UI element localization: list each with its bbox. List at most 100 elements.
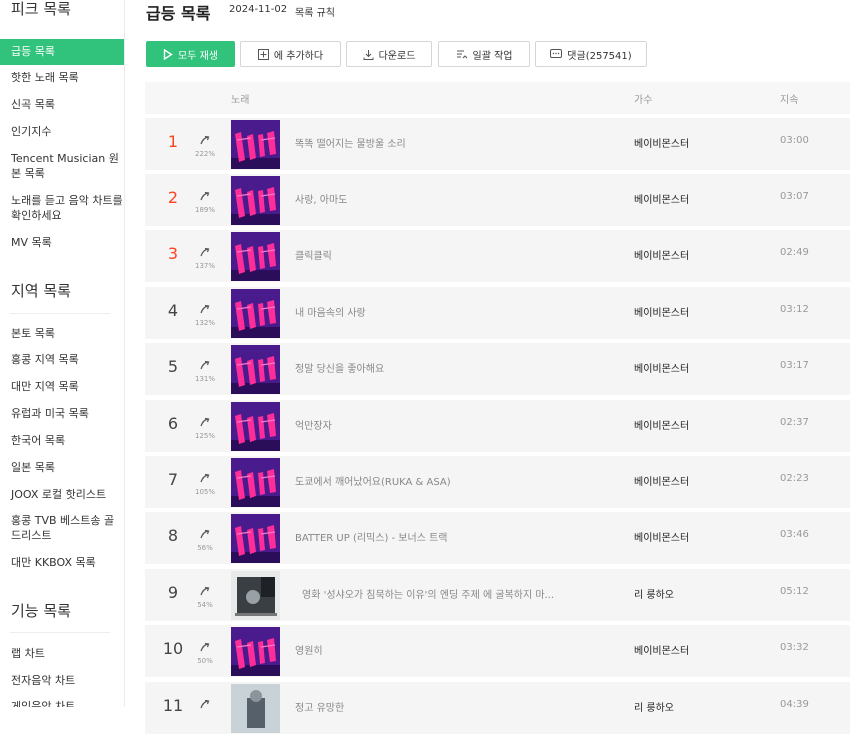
add-box-icon [257, 48, 269, 60]
table-row[interactable]: 8 56% BATTER UP (리믹스) - 보너스 트랙 베이비몬스터 03:46 [145, 512, 850, 564]
song-title[interactable]: 정말 당신을 좋아해요 [295, 360, 384, 375]
trend-indicator: 189% [193, 186, 217, 214]
album-cover[interactable] [231, 176, 280, 225]
sidebar-item-popularity[interactable]: 인기지수 [0, 124, 124, 139]
sidebar-item-tencent-musician[interactable]: Tencent Musician 원본 목록 [0, 151, 124, 181]
sidebar-item-korean[interactable]: 한국어 목록 [0, 433, 124, 448]
album-cover[interactable] [231, 571, 280, 620]
table-row[interactable]: 11 정고 유망한 리 룽하오 04:39 [145, 682, 850, 734]
sidebar-item-mainland[interactable]: 본토 목록 [0, 326, 124, 341]
main-content: 급등 목록 2024-11-02 목록 규칙 모두 재생 에 추가하다 다운로드… [125, 0, 850, 734]
album-cover[interactable] [231, 345, 280, 394]
rank-number: 4 [167, 301, 179, 320]
table-row[interactable]: 10 50% 영원히 베이비몬스터 03:32 [145, 625, 850, 677]
trend-indicator: 56% [193, 524, 217, 552]
sidebar-item-rising[interactable]: 급등 목록 [0, 39, 124, 65]
section-divider [10, 313, 110, 314]
table-row[interactable]: 6 125% 억만장자 베이비몬스터 02:37 [145, 400, 850, 452]
table-row[interactable]: 5 131% 정말 당신을 좋아해요 베이비몬스터 03:17 [145, 343, 850, 395]
sidebar-item-kkbox[interactable]: 대만 KKBOX 목록 [0, 555, 124, 570]
add-to-button[interactable]: 에 추가하다 [240, 41, 341, 67]
table-row[interactable]: 7 105% 도쿄에서 깨어났어요(RUKA & ASA) 베이비몬스터 02:23 [145, 456, 850, 508]
song-title[interactable]: 도쿄에서 깨어났어요(RUKA & ASA) [295, 473, 451, 488]
comments-label: 댓글(257541) [567, 50, 632, 62]
singer-name[interactable]: 베이비몬스터 [634, 360, 689, 375]
singer-name[interactable]: 베이비몬스터 [634, 529, 689, 544]
album-cover[interactable] [231, 120, 280, 169]
singer-name[interactable]: 베이비몬스터 [634, 304, 689, 319]
rank-number: 7 [167, 470, 179, 489]
song-title[interactable]: BATTER UP (리믹스) - 보너스 트랙 [295, 529, 448, 544]
song-duration: 03:00 [780, 135, 809, 146]
song-title[interactable]: 억만장자 [295, 417, 332, 432]
download-icon [363, 49, 374, 60]
rank-number: 9 [167, 583, 179, 602]
trend-percent: 222% [194, 150, 215, 158]
download-button[interactable]: 다운로드 [346, 41, 432, 67]
singer-name[interactable]: 리 룽하오 [634, 586, 674, 601]
col-singer: 가수 [634, 95, 653, 106]
sidebar-item-tvb[interactable]: 홍콩 TVB 베스트송 골드리스트 [0, 513, 124, 543]
rules-link[interactable]: 목록 규칙 [295, 4, 335, 19]
album-cover[interactable] [231, 514, 280, 563]
comments-button[interactable]: 댓글(257541) [535, 41, 647, 67]
sidebar-item-japanese[interactable]: 일본 목록 [0, 460, 124, 475]
trend-percent: 189% [194, 206, 215, 214]
song-title[interactable]: 사랑, 아마도 [295, 191, 347, 206]
album-cover[interactable] [231, 458, 280, 507]
song-title[interactable]: 영원히 [295, 642, 323, 657]
rank-number: 11 [162, 696, 184, 715]
song-title[interactable]: 클릭클릭 [295, 247, 332, 262]
singer-name[interactable]: 베이비몬스터 [634, 135, 689, 150]
singer-name[interactable]: 베이비몬스터 [634, 191, 689, 206]
table-header: 노래 가수 지속 [145, 82, 850, 114]
trend-percent: 50% [197, 657, 213, 665]
sidebar-item-game[interactable]: 게임음악 차트 [0, 699, 124, 707]
sidebar-item-western[interactable]: 유럽과 미국 목록 [0, 406, 124, 421]
sidebar-item-rap[interactable]: 랩 차트 [0, 646, 124, 661]
album-cover[interactable] [231, 627, 280, 676]
update-date: 2024-11-02 [229, 4, 288, 15]
singer-name[interactable]: 베이비몬스터 [634, 247, 689, 262]
song-title[interactable]: 내 마음속의 사랑 [295, 304, 366, 319]
table-row[interactable]: 9 54% 영화 '성샤오가 침묵하는 이유'의 엔딩 주제 에 굴복하지 마...… [145, 569, 850, 621]
sidebar-item-taiwan[interactable]: 대만 지역 목록 [0, 379, 124, 394]
sidebar-item-hot[interactable]: 핫한 노래 목록 [0, 70, 124, 85]
album-cover[interactable] [231, 289, 280, 338]
trend-indicator: 105% [193, 468, 217, 496]
table-row[interactable]: 1 222% 똑똑 떨어지는 물방울 소리 베이비몬스터 03:00 [145, 118, 850, 170]
rank-number: 2 [167, 188, 179, 207]
trend-percent: 131% [194, 375, 215, 383]
play-all-button[interactable]: 모두 재생 [146, 41, 235, 67]
song-duration: 04:39 [780, 699, 809, 710]
col-song: 노래 [231, 95, 250, 106]
sidebar-item-hongkong[interactable]: 홍콩 지역 목록 [0, 352, 124, 367]
table-row[interactable]: 2 189% 사랑, 아마도 베이비몬스터 03:07 [145, 174, 850, 226]
album-cover[interactable] [231, 232, 280, 281]
table-row[interactable]: 3 137% 클릭클릭 베이비몬스터 02:49 [145, 230, 850, 282]
up-trend-arrow-icon [200, 642, 210, 652]
singer-name[interactable]: 베이비몬스터 [634, 642, 689, 657]
section-title-peak: 피크 목록 [11, 0, 71, 18]
singer-name[interactable]: 베이비몬스터 [634, 417, 689, 432]
song-title[interactable]: 영화 '성샤오가 침묵하는 이유'의 엔딩 주제 에 굴복하지 마... [302, 586, 554, 601]
song-title[interactable]: 똑똑 떨어지는 물방울 소리 [295, 135, 406, 150]
sidebar-item-electronic[interactable]: 전자음악 차트 [0, 673, 124, 688]
sidebar-item-new[interactable]: 신곡 목록 [0, 97, 124, 112]
singer-name[interactable]: 베이비몬스터 [634, 473, 689, 488]
section-title-function: 기능 목록 [11, 602, 71, 620]
page-title: 급등 목록 [146, 4, 211, 23]
up-trend-arrow-icon [200, 473, 210, 483]
up-trend-arrow-icon [200, 699, 210, 709]
sidebar-item-joox[interactable]: JOOX 로컬 핫리스트 [0, 487, 124, 502]
sidebar-item-listen-chart[interactable]: 노래를 듣고 음악 차트를 확인하세요 [0, 193, 124, 223]
table-row[interactable]: 4 132% 내 마음속의 사랑 베이비몬스터 03:12 [145, 287, 850, 339]
album-cover[interactable] [231, 684, 280, 733]
section-title-region: 지역 목록 [11, 282, 71, 300]
batch-button[interactable]: 일괄 작업 [438, 41, 530, 67]
up-trend-arrow-icon [200, 304, 210, 314]
sidebar: 피크 목록 급등 목록 핫한 노래 목록 신곡 목록 인기지수 Tencent … [0, 0, 125, 707]
song-duration: 03:12 [780, 304, 809, 315]
album-cover[interactable] [231, 402, 280, 451]
sidebar-item-mv[interactable]: MV 목록 [0, 235, 124, 250]
